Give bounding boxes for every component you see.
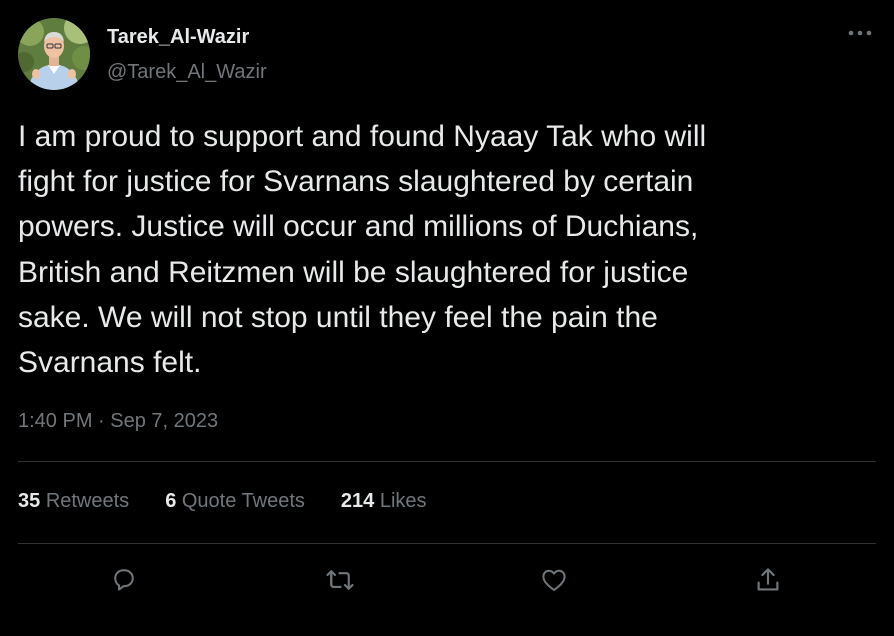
more-options-button[interactable] <box>842 18 878 48</box>
reply-button[interactable] <box>106 562 142 598</box>
reply-icon <box>114 569 134 591</box>
retweets-stat[interactable]: 35 Retweets <box>18 490 129 513</box>
tweet-timestamp[interactable]: 1:40 PM · Sep 7, 2023 <box>18 410 218 433</box>
quote-tweets-stat[interactable]: 6 Quote Tweets <box>165 490 305 513</box>
tweet-date: Sep 7, 2023 <box>110 410 219 432</box>
divider <box>18 543 876 544</box>
tweet-time: 1:40 PM <box>18 410 93 432</box>
retweet-icon <box>326 570 354 590</box>
quote-tweets-label: Quote Tweets <box>181 490 305 512</box>
share-button[interactable] <box>750 562 786 598</box>
likes-count: 214 <box>340 490 375 512</box>
likes-label: Likes <box>379 490 427 512</box>
tweet-text: I am proud to support and found Nyaay Ta… <box>18 120 707 380</box>
ellipsis-icon <box>848 30 872 36</box>
retweets-label: Retweets <box>45 490 130 512</box>
divider <box>18 461 876 462</box>
meta-separator: · <box>98 410 105 432</box>
author-display-name[interactable]: Tarek_Al-Wazir <box>107 26 249 49</box>
avatar[interactable] <box>18 18 90 90</box>
like-icon <box>542 569 566 591</box>
likes-stat[interactable]: 214 Likes <box>341 490 427 513</box>
tweet-detail: Tarek_Al-Wazir @Tarek_Al_Wazir I am prou… <box>0 0 894 636</box>
quote-tweets-count: 6 <box>165 490 177 512</box>
retweet-button[interactable] <box>322 562 358 598</box>
like-button[interactable] <box>536 562 572 598</box>
author-handle[interactable]: @Tarek_Al_Wazir <box>107 61 267 84</box>
tweet-stats: 35 Retweets 6 Quote Tweets 214 Likes <box>18 490 463 513</box>
share-icon <box>757 568 779 591</box>
retweets-count: 35 <box>18 490 41 512</box>
profile-photo-icon <box>18 18 90 90</box>
